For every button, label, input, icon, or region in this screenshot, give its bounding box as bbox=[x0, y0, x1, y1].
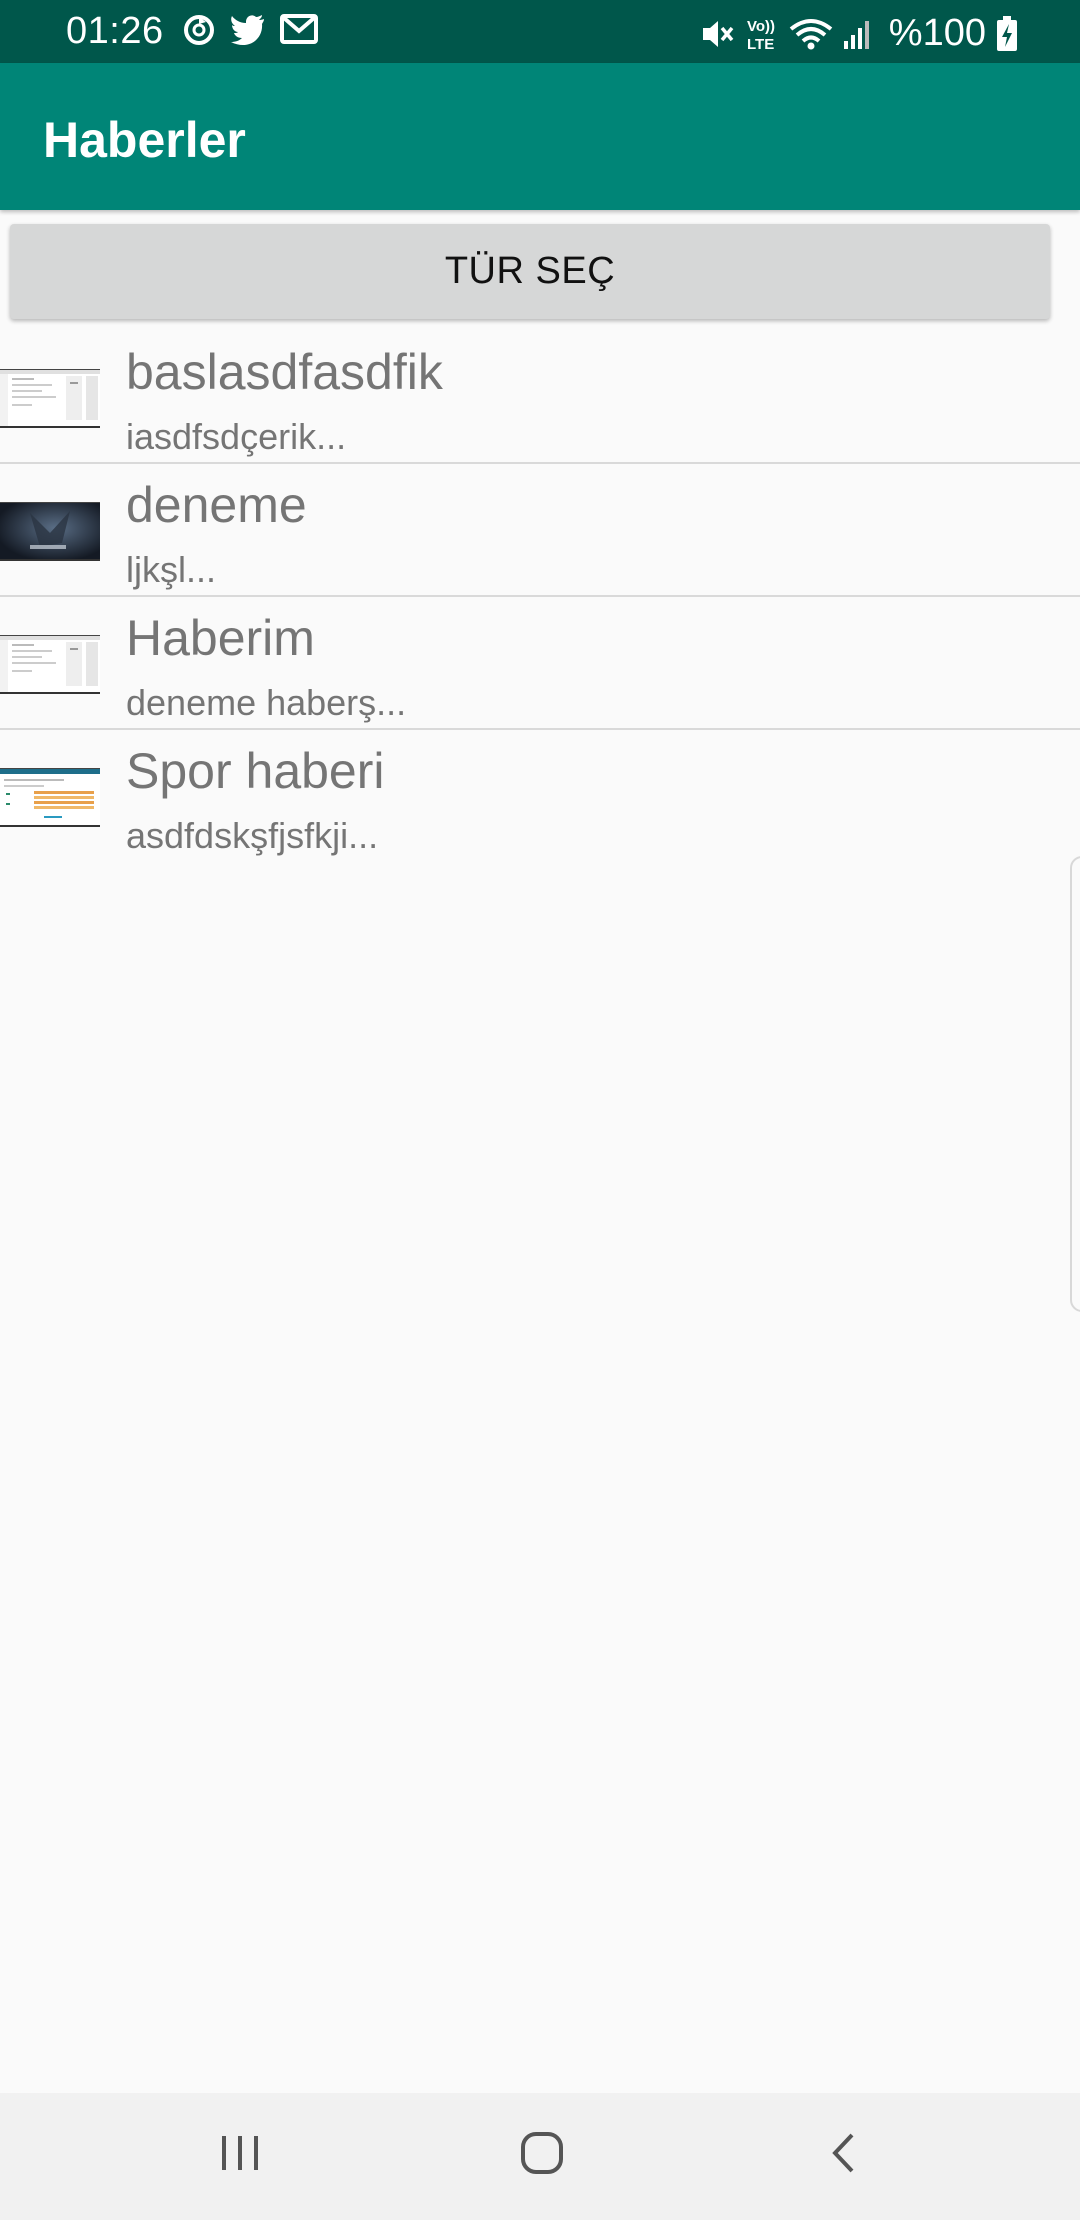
signal-icon bbox=[843, 17, 873, 51]
screenshot-thumbnail bbox=[0, 635, 100, 694]
status-left-icons bbox=[182, 13, 318, 47]
news-item[interactable]: baslasdfasdfik iasdfsdçerik... bbox=[0, 331, 1080, 464]
battery-charging-icon bbox=[996, 15, 1018, 52]
screenshot-thumbnail bbox=[0, 369, 100, 428]
news-list: baslasdfasdfik iasdfsdçerik... deneme lj… bbox=[0, 331, 1080, 861]
mute-icon bbox=[699, 16, 735, 52]
app-title: Haberler bbox=[43, 112, 246, 168]
witcher-thumbnail bbox=[0, 502, 100, 561]
news-snippet: iasdfsdçerik... bbox=[126, 416, 347, 457]
volte-icon: Vo)) LTE bbox=[745, 16, 779, 52]
news-item[interactable]: Haberim deneme haberş... bbox=[0, 597, 1080, 730]
recent-apps-icon[interactable] bbox=[219, 2129, 261, 2177]
home-icon[interactable] bbox=[518, 2129, 566, 2177]
status-bar: 01:26 Vo)) LTE %100 bbox=[0, 0, 1080, 63]
news-snippet: ljkşl... bbox=[126, 549, 216, 590]
app-bar: Haberler bbox=[0, 63, 1080, 210]
status-right-icons: Vo)) LTE %100 bbox=[699, 12, 1018, 55]
news-item[interactable]: Spor haberi asdfdskşfjsfkji... bbox=[0, 730, 1080, 861]
wifi-icon bbox=[789, 17, 833, 51]
news-snippet: asdfdskşfjsfkji... bbox=[126, 815, 379, 856]
status-time: 01:26 bbox=[66, 10, 164, 52]
news-title: baslasdfasdfik bbox=[126, 344, 443, 400]
select-type-button[interactable]: TÜR SEÇ bbox=[10, 224, 1050, 319]
news-title: deneme bbox=[126, 477, 307, 533]
navigation-bar bbox=[0, 2093, 1080, 2220]
twitter-icon bbox=[230, 13, 266, 47]
svg-text:Vo)): Vo)) bbox=[747, 18, 775, 35]
sync-icon bbox=[182, 13, 216, 47]
news-title: Spor haberi bbox=[126, 743, 385, 799]
news-title: Haberim bbox=[126, 610, 315, 666]
edge-panel-handle[interactable] bbox=[1070, 856, 1080, 1312]
table-thumbnail bbox=[0, 768, 100, 827]
back-icon[interactable] bbox=[826, 2129, 862, 2177]
svg-text:LTE: LTE bbox=[747, 36, 774, 52]
news-snippet: deneme haberş... bbox=[126, 682, 407, 723]
news-item[interactable]: deneme ljkşl... bbox=[0, 464, 1080, 597]
battery-percent: %100 bbox=[888, 12, 986, 54]
gmail-icon bbox=[280, 13, 318, 47]
